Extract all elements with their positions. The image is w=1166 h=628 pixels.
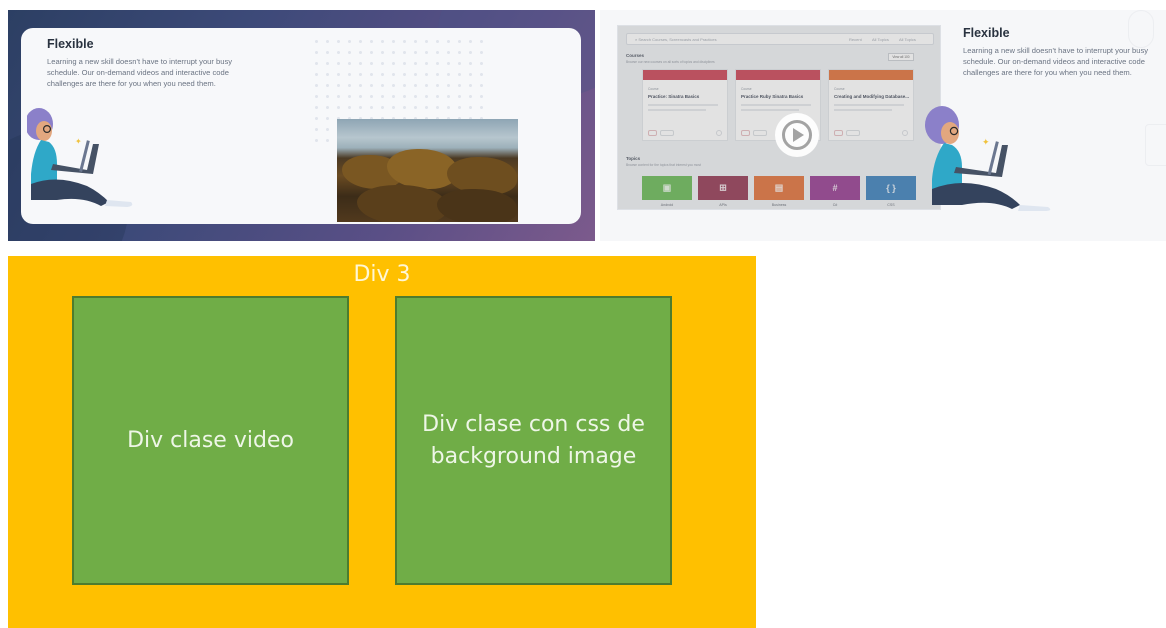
video-overlay: [618, 26, 940, 209]
feature-description: Learning a new skill doesn't have to int…: [47, 57, 233, 88]
right-screenshot: ⌕ Search Courses, Screencasts and Practi…: [600, 10, 1166, 241]
play-triangle: [793, 128, 804, 142]
mouse-decoration: [1128, 10, 1154, 48]
play-icon: [782, 120, 812, 150]
svg-text:✦: ✦: [982, 137, 990, 147]
woman-laptop-illustration: ✦: [27, 108, 133, 207]
box-decoration: [1145, 124, 1166, 166]
feature-heading: Flexible: [963, 26, 1010, 40]
svg-text:✦: ✦: [75, 137, 82, 146]
diagram-title: Div 3: [353, 262, 411, 287]
video-div-label: Div clase video: [127, 427, 294, 453]
feature-card: Flexible Learning a new skill doesn't ha…: [21, 28, 581, 224]
video-thumbnail[interactable]: [337, 119, 518, 222]
video-div-box: Div clase video: [72, 296, 349, 585]
left-screenshot: Flexible Learning a new skill doesn't ha…: [8, 10, 595, 241]
rock: [437, 189, 517, 222]
div-layout-diagram: Div 3 Div clase video Div clase con css …: [8, 256, 756, 628]
app-preview: ⌕ Search Courses, Screencasts and Practi…: [617, 25, 941, 210]
feature-description: Learning a new skill doesn't have to int…: [963, 46, 1149, 77]
background-image-div-label: Div clase con css de background image: [422, 411, 645, 469]
woman-laptop-illustration: ✦: [925, 106, 1051, 211]
rock: [357, 185, 447, 222]
background-image-div-box: Div clase con css de background image: [395, 296, 672, 585]
feature-heading: Flexible: [47, 37, 94, 51]
play-button[interactable]: [775, 113, 819, 157]
page-root: Flexible Learning a new skill doesn't ha…: [0, 0, 1166, 628]
